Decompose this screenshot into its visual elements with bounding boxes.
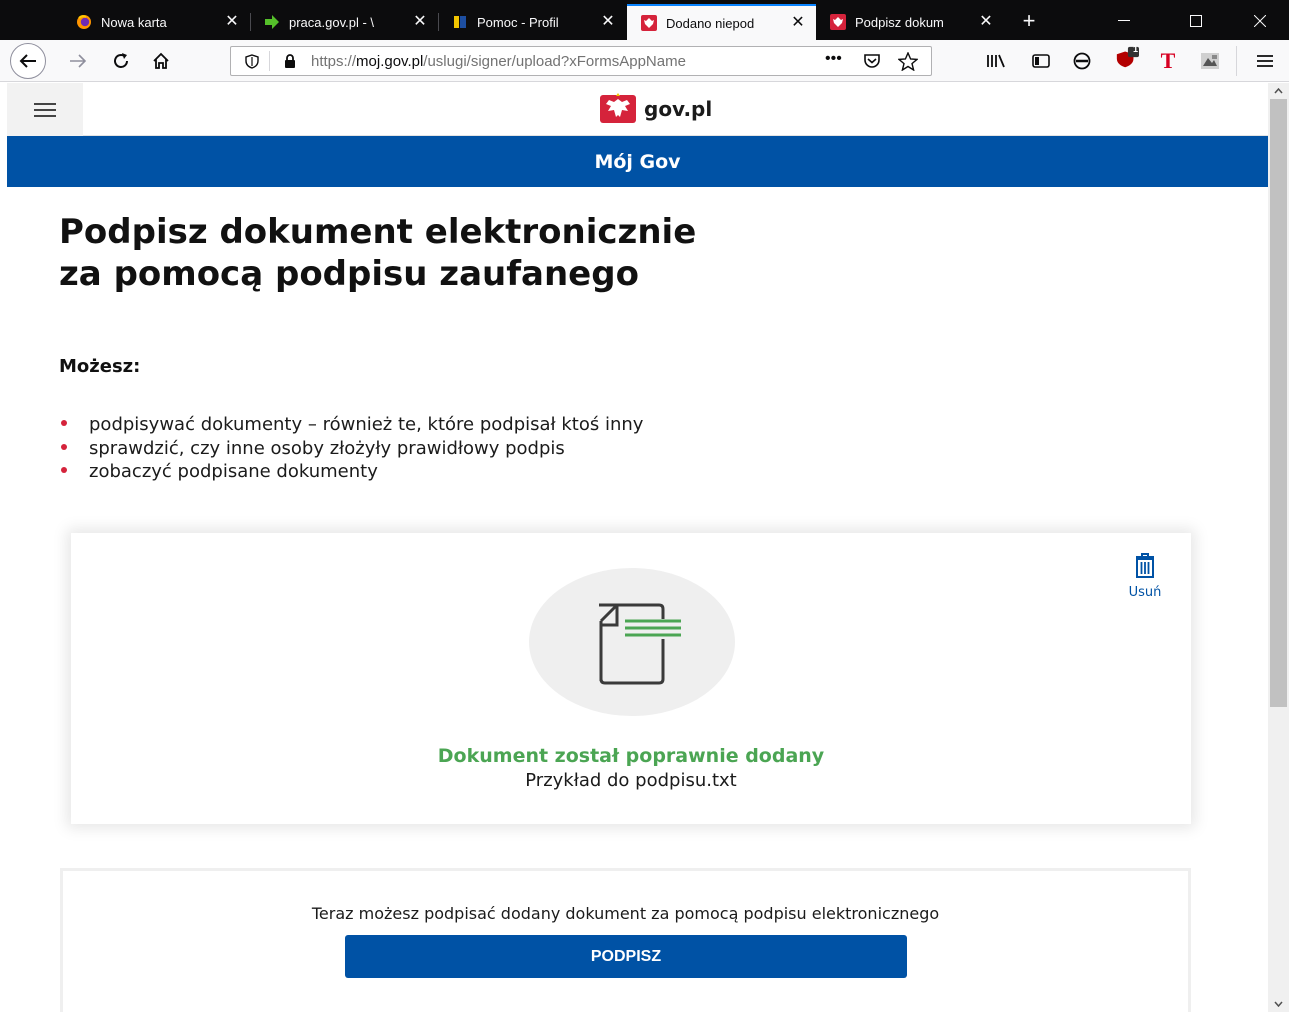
close-tab-icon[interactable]: ✕	[790, 15, 806, 31]
document-illustration	[529, 568, 735, 716]
list-item: sprawdzić, czy inne osoby złożyły prawid…	[59, 437, 643, 461]
logo-text: gov.pl	[644, 97, 713, 121]
moj-gov-bar[interactable]: Mój Gov	[7, 136, 1268, 187]
translate-t-icon[interactable]: T	[1156, 48, 1180, 73]
tab-podpisz[interactable]: Podpisz dokum ✕	[816, 4, 1004, 40]
tab-title: Pomoc - Profil	[477, 14, 559, 30]
back-arrow-icon	[19, 54, 36, 68]
addon-badge-count: 1	[1133, 44, 1139, 54]
ublock-origin-icon[interactable]: 1	[1115, 44, 1139, 70]
scroll-up-icon[interactable]	[1268, 83, 1289, 99]
arrow-favicon	[265, 15, 279, 29]
url-text[interactable]: https://moj.gov.pl/uslugi/signer/upload?…	[311, 53, 781, 70]
list-item: podpisywać dokumenty – również te, które…	[59, 413, 643, 437]
scrollbar-thumb[interactable]	[1270, 99, 1287, 707]
pocket-icon[interactable]	[863, 53, 881, 69]
page-scrollbar[interactable]	[1268, 83, 1289, 1012]
delete-label: Usuń	[1128, 585, 1162, 600]
account-icon[interactable]	[1070, 49, 1094, 73]
reload-icon	[114, 53, 128, 68]
sign-prompt: Teraz możesz podpisać dodany dokument za…	[311, 904, 940, 923]
toolbar-divider	[1236, 46, 1237, 76]
url-prefix: https://	[311, 53, 357, 70]
tab-praca[interactable]: praca.gov.pl - \ ✕	[250, 4, 438, 40]
home-icon	[153, 52, 169, 69]
url-host: moj.gov.pl	[356, 53, 424, 70]
tab-strip: Nowa karta ✕ praca.gov.pl - \ ✕ Pomoc - …	[0, 0, 1289, 40]
moj-gov-title: Mój Gov	[594, 150, 681, 173]
firefox-icon	[77, 15, 91, 29]
tab-dodano-active[interactable]: Dodano niepod ✕	[627, 4, 816, 40]
sign-section: Teraz możesz podpisać dodany dokument za…	[60, 868, 1191, 1012]
navigation-toolbar: https://moj.gov.pl/uslugi/signer/upload?…	[0, 40, 1289, 82]
page-title-line-2: za pomocą podpisu zaufanego	[59, 254, 639, 294]
page-title: Podpisz dokument elektronicznie za pomoc…	[59, 211, 859, 295]
ue-flag-favicon	[454, 16, 466, 28]
uploaded-document-card: Usuń Dokument został poprawnie dodany Pr…	[71, 533, 1191, 824]
sidebar-icon[interactable]	[1029, 49, 1053, 73]
tab-nowa-karta[interactable]: Nowa karta ✕	[62, 4, 250, 40]
screenshot-addon-icon[interactable]	[1198, 49, 1222, 73]
list-item: zobaczyć podpisane dokumenty	[59, 460, 643, 484]
minimize-icon[interactable]	[1104, 8, 1144, 34]
document-file-icon	[599, 603, 681, 685]
library-icon[interactable]	[984, 49, 1008, 73]
forward-arrow-icon	[70, 54, 87, 68]
trash-icon	[1136, 553, 1154, 578]
menu-line-icon	[34, 114, 56, 117]
url-bar[interactable]: https://moj.gov.pl/uslugi/signer/upload?…	[230, 46, 932, 76]
tab-title: Nowa karta	[101, 14, 167, 30]
close-window-icon[interactable]	[1240, 8, 1280, 34]
page-title-line-1: Podpisz dokument elektronicznie	[59, 212, 697, 252]
tab-title: praca.gov.pl - \	[289, 14, 375, 30]
gov-pl-logo[interactable]: gov.pl	[600, 93, 712, 125]
page-left-edge	[0, 83, 7, 1012]
close-tab-icon[interactable]: ✕	[600, 14, 616, 30]
capabilities-heading: Możesz:	[59, 356, 141, 377]
maximize-icon[interactable]	[1176, 8, 1216, 34]
close-tab-icon[interactable]: ✕	[412, 14, 428, 30]
capabilities-list: podpisywać dokumenty – również te, które…	[59, 413, 643, 484]
tab-title: Podpisz dokum	[855, 14, 944, 30]
polish-eagle-icon	[600, 93, 636, 123]
home-button[interactable]	[146, 46, 176, 76]
sign-button[interactable]: PODPISZ	[345, 935, 907, 978]
upload-success-message: Dokument został poprawnie dodany	[437, 745, 825, 767]
menu-line-icon	[34, 108, 56, 111]
uploaded-file-name: Przykład do podpisu.txt	[525, 770, 737, 791]
close-tab-icon[interactable]: ✕	[978, 14, 994, 30]
back-button[interactable]	[10, 43, 46, 79]
scroll-down-icon[interactable]	[1268, 996, 1289, 1012]
url-path: /uslugi/signer/upload?xFormsAppName	[423, 53, 686, 70]
delete-document-button[interactable]: Usuń	[1117, 551, 1173, 607]
tab-title: Dodano niepod	[666, 15, 755, 31]
menu-line-icon	[34, 102, 56, 105]
hamburger-menu-icon[interactable]	[1253, 49, 1277, 73]
lock-icon[interactable]	[283, 54, 297, 69]
site-menu-button[interactable]	[7, 83, 83, 136]
page-viewport: gov.pl Mój Gov Podpisz dokument elektron…	[7, 83, 1268, 1012]
close-tab-icon[interactable]: ✕	[224, 14, 240, 30]
site-header: gov.pl	[7, 83, 1268, 136]
tab-pomoc[interactable]: Pomoc - Profil ✕	[438, 4, 626, 40]
reload-button[interactable]	[106, 46, 136, 76]
page-actions-icon[interactable]: •••	[825, 50, 842, 68]
new-tab-icon[interactable]: +	[1018, 10, 1040, 32]
bookmark-star-icon[interactable]	[898, 52, 918, 71]
forward-button[interactable]	[63, 46, 93, 76]
tracking-shield-icon[interactable]	[245, 54, 259, 69]
gov-eagle-favicon	[830, 14, 846, 30]
gov-eagle-favicon	[641, 15, 657, 31]
